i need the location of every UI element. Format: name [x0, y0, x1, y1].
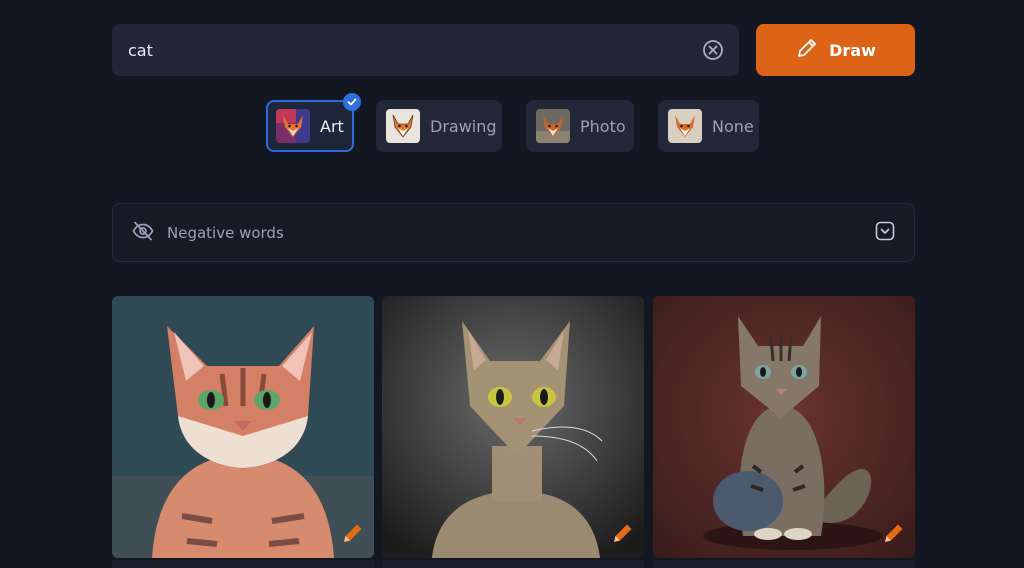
search-box — [112, 24, 739, 76]
style-chip-none[interactable]: None — [658, 100, 759, 152]
draw-button[interactable]: Draw — [756, 24, 915, 76]
fox-none-thumbnail — [668, 109, 702, 143]
clear-search-icon[interactable] — [701, 38, 725, 62]
negative-words-toggle[interactable]: Negative words — [112, 203, 915, 262]
style-chip-label: Drawing — [430, 116, 497, 136]
edit-pencil-icon[interactable] — [340, 520, 366, 550]
result-row-2-partial — [112, 560, 374, 568]
style-chip-drawing[interactable]: Drawing — [376, 100, 502, 152]
eye-off-icon — [131, 219, 155, 247]
style-chip-label: None — [712, 116, 754, 136]
style-chip-art[interactable]: Art — [266, 93, 361, 152]
selected-check-icon — [343, 93, 361, 111]
style-selector: Art Drawing Photo None — [0, 93, 1024, 154]
fox-drawing-thumbnail — [386, 109, 420, 143]
style-chip-label: Photo — [580, 116, 626, 136]
edit-pencil-icon[interactable] — [881, 520, 907, 550]
fox-photo-thumbnail — [536, 109, 570, 143]
result-image-3[interactable] — [653, 296, 915, 558]
chevron-down-icon[interactable] — [874, 220, 896, 246]
style-chip-label: Art — [320, 116, 344, 136]
style-chip-photo[interactable]: Photo — [526, 100, 634, 152]
search-input[interactable] — [126, 39, 701, 61]
pencil-icon — [795, 36, 819, 64]
result-image-1[interactable] — [112, 296, 374, 558]
result-row-2-partial — [382, 560, 644, 568]
result-row-2-partial — [653, 560, 915, 568]
negative-words-label: Negative words — [167, 223, 284, 242]
edit-pencil-icon[interactable] — [610, 520, 636, 550]
draw-button-label: Draw — [829, 40, 876, 60]
result-image-2[interactable] — [382, 296, 644, 558]
fox-art-thumbnail — [276, 109, 310, 143]
